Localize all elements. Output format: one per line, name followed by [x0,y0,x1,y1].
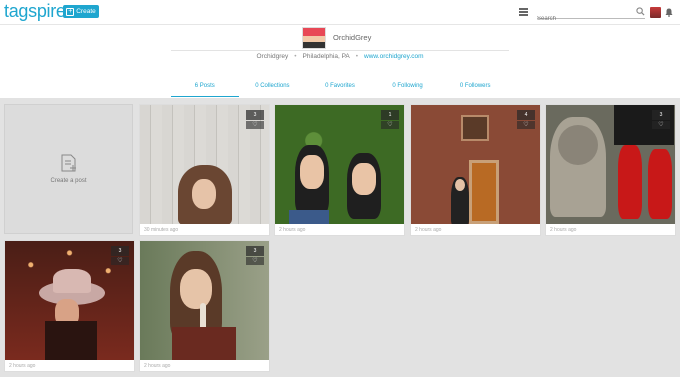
post-card[interactable]: 1 ♡ 2 hours ago [274,104,405,236]
post-card[interactable]: 3 ♡ 2 hours ago [4,240,135,372]
profile-handle: Orchidgrey [256,53,289,60]
heart-icon[interactable]: ♡ [517,121,535,129]
post-timestamp: 2 hours ago [415,227,442,233]
profile-website-link[interactable]: www.orchidgrey.com [364,53,423,60]
post-card[interactable]: 3 ♡ 2 hours ago [545,104,676,236]
tab-favorites[interactable]: 0 Favorites [306,81,374,97]
post-count-badge: 3 [111,246,129,256]
post-count-badge: 3 [246,246,264,256]
separator-dot: • [355,53,359,60]
post-count-badge: 4 [517,110,535,120]
user-avatar[interactable] [650,7,661,18]
post-timestamp: 2 hours ago [144,363,171,369]
post-card[interactable]: 3 ♡ 30 minutes ago [139,104,270,236]
heart-icon[interactable]: ♡ [381,121,399,129]
logo[interactable]: tagspire [4,1,66,22]
tab-collections[interactable]: 0 Collections [239,81,307,97]
post-timestamp: 2 hours ago [279,227,306,233]
menu-icon[interactable] [519,8,528,16]
heart-icon[interactable]: ♡ [246,257,264,265]
create-post-label: Create a post [50,178,87,184]
tab-following[interactable]: 0 Following [374,81,442,97]
tab-followers[interactable]: 0 Followers [441,81,509,97]
create-button[interactable]: + Create [63,5,99,18]
plus-icon: + [66,7,75,16]
post-card[interactable]: 3 ♡ 2 hours ago [139,240,270,372]
profile-location: Philadelphia, PA [302,53,350,60]
heart-icon[interactable]: ♡ [246,121,264,129]
top-bar: tagspire + Create [0,0,680,25]
separator-dot: • [294,53,297,60]
profile-username: OrchidGrey [333,33,372,42]
search-icon[interactable] [636,7,645,16]
post-timestamp: 2 hours ago [9,363,36,369]
post-count-badge: 3 [652,110,670,120]
profile-meta: Orchidgrey • Philadelphia, PA • www.orchidgr… [0,53,680,60]
create-button-label: Create [76,8,96,15]
post-timestamp: 2 hours ago [550,227,577,233]
bell-icon[interactable] [665,8,673,17]
search-box[interactable] [537,7,645,25]
new-document-icon [61,154,76,172]
profile-tabs: 6 Posts 0 Collections 0 Favorites 0 Foll… [171,81,509,97]
post-count-badge: 3 [246,110,264,120]
create-post-card[interactable]: Create a post [4,104,133,234]
post-timestamp: 30 minutes ago [144,227,179,233]
tab-posts[interactable]: 6 Posts [171,81,239,97]
profile-avatar [302,27,326,49]
post-count-badge: 1 [381,110,399,120]
heart-icon[interactable]: ♡ [652,121,670,129]
heart-icon[interactable]: ♡ [111,257,129,265]
search-input[interactable] [537,13,627,25]
post-card[interactable]: 4 ♡ 2 hours ago [410,104,541,236]
profile-divider [171,50,509,51]
